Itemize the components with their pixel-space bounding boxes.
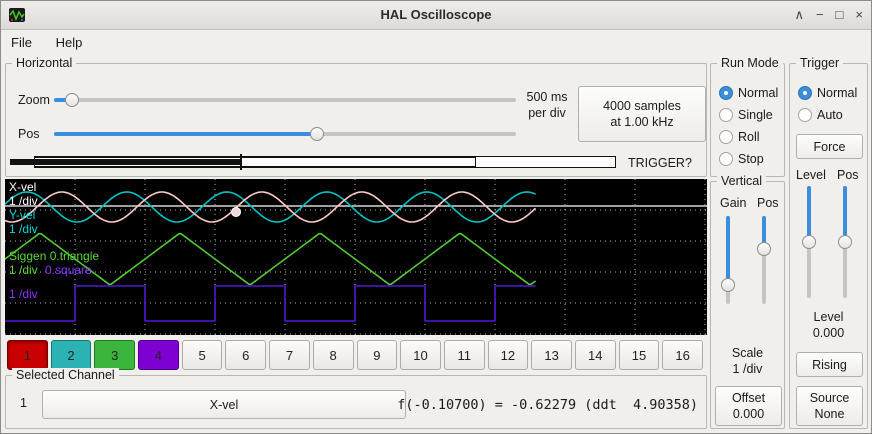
gain-slider-handle[interactable] [721, 278, 735, 292]
trigger-radio-normal[interactable]: Normal [798, 86, 857, 100]
vertical-group-title: Vertical [717, 174, 766, 188]
channel-button-7[interactable]: 7 [269, 340, 310, 370]
scope-channel-label: Y-vel [9, 209, 35, 222]
scope-channel-label: Siggen 0.triangle [9, 250, 99, 263]
radio-icon [719, 152, 733, 166]
hal-oscilloscope-window: { "window": {"title": "HAL Oscilloscope"… [0, 0, 872, 434]
radio-icon [719, 130, 733, 144]
trigger-level-col-label: Level [796, 168, 826, 182]
runmode-radio-roll[interactable]: Roll [719, 130, 760, 144]
run-mode-group-title: Run Mode [717, 56, 783, 70]
runmode-radio-normal[interactable]: Normal [719, 86, 778, 100]
title-bar[interactable]: HAL Oscilloscope ∧ − □ × [1, 1, 871, 30]
menu-bar: File Help [1, 30, 871, 56]
runmode-radio-stop[interactable]: Stop [719, 152, 764, 166]
channel-button-9[interactable]: 9 [357, 340, 398, 370]
channel-button-11[interactable]: 11 [444, 340, 485, 370]
channel-button-3[interactable]: 3 [94, 340, 135, 370]
scale-caption: Scale [711, 346, 784, 360]
zoom-slider[interactable] [54, 91, 516, 109]
zoom-slider-groove [54, 98, 516, 102]
channel-value-readout: f(-0.10700) = -0.62279 (ddt 4.90358) [397, 397, 698, 413]
channel-button-4[interactable]: 4 [138, 340, 179, 370]
trigger-level-caption: Level [790, 310, 867, 324]
trigger-pos-col-label: Pos [837, 168, 859, 182]
timeline-bar[interactable] [10, 154, 616, 170]
pos-slider[interactable] [54, 125, 516, 143]
scope-channel-label: 1 /div [9, 195, 38, 208]
trigger-question-label: TRIGGER? [628, 156, 692, 170]
timeline-filled [10, 159, 242, 165]
selected-channel-group: Selected Channel 1 X-vel f(-0.10700) = -… [5, 375, 707, 429]
channel-button-6[interactable]: 6 [225, 340, 266, 370]
scope-channel-label: 0.square [45, 264, 92, 277]
radio-icon [798, 86, 812, 100]
window-title: HAL Oscilloscope [1, 1, 871, 29]
close-button[interactable]: × [855, 1, 863, 29]
pos-slider-handle[interactable] [310, 127, 324, 141]
trigger-source-button[interactable]: Source None [796, 386, 863, 426]
menu-help[interactable]: Help [46, 30, 93, 55]
zoom-slider-handle[interactable] [65, 93, 79, 107]
trigger-level-value: 0.000 [790, 326, 867, 340]
scope-channel-label: X-vel [9, 181, 36, 194]
channel-button-14[interactable]: 14 [575, 340, 616, 370]
zoom-label: Zoom [18, 93, 50, 107]
channel-button-1[interactable]: 1 [7, 340, 48, 370]
selected-channel-group-title: Selected Channel [12, 368, 119, 382]
channel-button-12[interactable]: 12 [488, 340, 529, 370]
scope-channel-label: 1 /div [9, 223, 38, 236]
trigger-pos-slider-handle[interactable] [838, 235, 852, 249]
scope-channel-label: 1 /div [9, 288, 38, 301]
minimize-button[interactable]: − [816, 1, 824, 29]
channel-row: 12345678910111213141516 [7, 340, 703, 370]
per-div-readout: 500 ms per div [518, 89, 576, 121]
timeline-trigger-marker [240, 154, 242, 170]
trigger-level-slider[interactable] [800, 186, 818, 298]
scope-display[interactable]: X-vel1 /divY-vel1 /divSiggen 0.triangle1… [5, 179, 707, 335]
runmode-radio-single[interactable]: Single [719, 108, 773, 122]
channel-button-5[interactable]: 5 [182, 340, 223, 370]
channel-button-8[interactable]: 8 [313, 340, 354, 370]
trigger-pos-slider[interactable] [836, 186, 854, 298]
gain-col-label: Gain [720, 196, 746, 210]
vertical-pos-slider[interactable] [755, 216, 773, 304]
radio-icon [719, 108, 733, 122]
menu-file[interactable]: File [1, 30, 42, 55]
trigger-group-title: Trigger [796, 56, 843, 70]
selected-channel-name-button[interactable]: X-vel [42, 390, 406, 419]
channel-button-2[interactable]: 2 [51, 340, 92, 370]
scale-value: 1 /div [711, 362, 784, 376]
channel-button-13[interactable]: 13 [531, 340, 572, 370]
trigger-group: Trigger Normal Auto Force Level Pos Leve… [789, 63, 868, 429]
radio-icon [798, 108, 812, 122]
run-mode-group: Run Mode Normal Single Roll Stop [710, 63, 785, 177]
maximize-button[interactable]: □ [836, 1, 844, 29]
pos-label: Pos [18, 127, 40, 141]
gain-slider[interactable] [719, 216, 737, 304]
pos-slider-fill [54, 132, 317, 136]
shade-button[interactable]: ∧ [794, 1, 804, 29]
channel-button-16[interactable]: 16 [662, 340, 703, 370]
channel-button-10[interactable]: 10 [400, 340, 441, 370]
scope-canvas [5, 179, 707, 335]
channel-button-15[interactable]: 15 [619, 340, 660, 370]
vertical-pos-col-label: Pos [757, 196, 779, 210]
vertical-group: Vertical Gain Pos Scale 1 /div Offset 0.… [710, 181, 785, 429]
horizontal-group: Horizontal Zoom 500 ms per div 4000 samp… [5, 63, 707, 177]
trigger-level-slider-handle[interactable] [802, 235, 816, 249]
selected-channel-number: 1 [20, 396, 27, 410]
trigger-radio-auto[interactable]: Auto [798, 108, 843, 122]
force-button[interactable]: Force [796, 134, 863, 159]
radio-icon [719, 86, 733, 100]
scope-channel-label: 1 /div [9, 264, 38, 277]
vertical-pos-slider-handle[interactable] [757, 242, 771, 256]
trigger-edge-button[interactable]: Rising [796, 352, 863, 377]
samples-button[interactable]: 4000 samples at 1.00 kHz [578, 86, 706, 142]
offset-button[interactable]: Offset 0.000 [715, 386, 782, 426]
horizontal-group-title: Horizontal [12, 56, 76, 70]
